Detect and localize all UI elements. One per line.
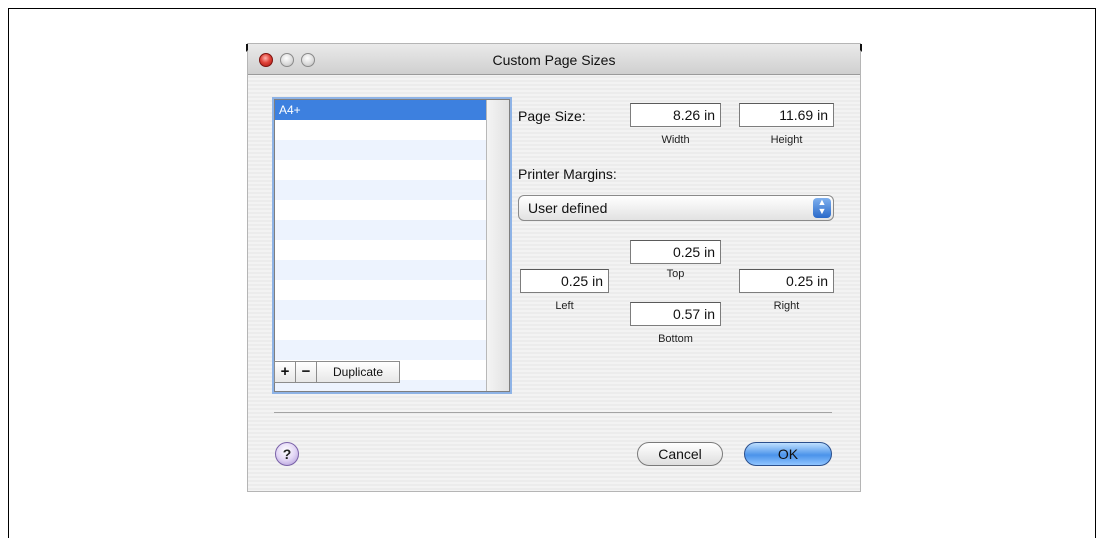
printer-margins-popup[interactable]: User defined ▲ ▼ [518, 195, 834, 221]
page-size-label: Page Size: [518, 108, 586, 124]
margin-bottom-field[interactable]: 0.57 in [630, 302, 721, 326]
page-size-list[interactable]: A4+ [274, 99, 510, 392]
list-row-empty [275, 120, 486, 140]
list-item-label: A4+ [279, 103, 301, 117]
remove-page-size-button[interactable]: − [295, 361, 317, 383]
add-page-size-button[interactable]: + [274, 361, 296, 383]
list-row-empty [275, 200, 486, 220]
window-title: Custom Page Sizes [492, 52, 616, 68]
list-row-empty [275, 320, 486, 340]
margin-top-label: Top [666, 268, 685, 280]
list-item[interactable]: A4+ [275, 100, 486, 120]
list-row-empty [275, 160, 486, 180]
width-field[interactable]: 8.26 in [630, 103, 721, 127]
list-row-empty [275, 280, 486, 300]
printer-margins-selected: User defined [528, 200, 608, 216]
margin-bottom-label: Bottom [658, 333, 693, 345]
help-icon[interactable]: ? [275, 442, 299, 466]
cancel-button[interactable]: Cancel [637, 442, 723, 466]
height-label: Height [770, 134, 803, 146]
margin-right-field[interactable]: 0.25 in [739, 269, 834, 293]
margin-left-field[interactable]: 0.25 in [520, 269, 609, 293]
list-row-empty [275, 220, 486, 240]
list-row-empty [275, 300, 486, 320]
height-field[interactable]: 11.69 in [739, 103, 834, 127]
custom-page-sizes-dialog: Custom Page Sizes A4+ + − Duplicate Page… [246, 44, 862, 491]
printer-margins-label: Printer Margins: [518, 166, 617, 182]
margin-left-label: Left [555, 300, 574, 312]
width-label: Width [661, 134, 690, 146]
popup-arrows-icon: ▲ ▼ [813, 198, 831, 218]
list-row-empty [275, 180, 486, 200]
separator [274, 412, 832, 413]
list-row-empty [275, 260, 486, 280]
duplicate-button[interactable]: Duplicate [316, 361, 400, 383]
list-row-empty [275, 340, 486, 360]
list-row-empty [275, 140, 486, 160]
list-scrollbar[interactable] [486, 100, 509, 391]
ok-button[interactable]: OK [744, 442, 832, 466]
list-row-empty [275, 240, 486, 260]
title-bar[interactable]: Custom Page Sizes [248, 44, 860, 75]
margin-top-field[interactable]: 0.25 in [630, 240, 721, 264]
margin-right-label: Right [773, 300, 800, 312]
